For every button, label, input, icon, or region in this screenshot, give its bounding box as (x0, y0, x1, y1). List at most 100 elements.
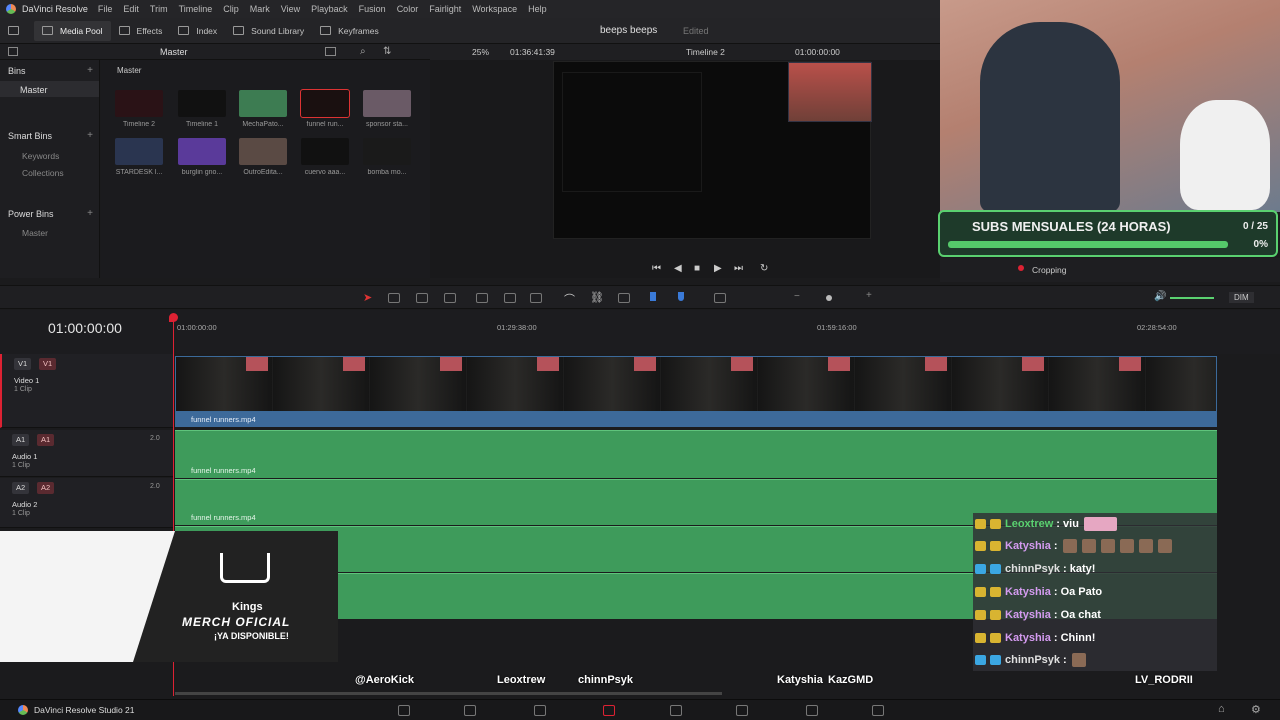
menu-fairlight[interactable]: Fairlight (429, 4, 461, 14)
fairlight-page-icon[interactable] (736, 705, 748, 716)
track-id-a2[interactable]: A2 (12, 482, 30, 494)
menu-file[interactable]: File (98, 4, 113, 14)
panel-toggle-button[interactable] (0, 21, 34, 41)
menu-color[interactable]: Color (397, 4, 419, 14)
smart-bins-heading[interactable]: Smart Bins (8, 131, 52, 141)
stop-icon[interactable]: ■ (694, 263, 700, 274)
smart-bin-keywords[interactable]: Keywords (22, 151, 59, 161)
playhead-handle[interactable] (169, 313, 178, 322)
media-clip[interactable]: burglin gno... (178, 138, 226, 176)
add-power-bin-icon[interactable]: + (87, 208, 93, 219)
home-icon[interactable]: ⌂ (1218, 703, 1225, 715)
track-id-v1[interactable]: V1 (14, 358, 32, 370)
flag-icon[interactable] (650, 292, 656, 301)
zoom-slider-handle[interactable] (826, 295, 832, 301)
track-id-a1[interactable]: A1 (12, 434, 30, 446)
menu-playback[interactable]: Playback (311, 4, 348, 14)
trim-tool-icon[interactable] (388, 293, 400, 303)
play-icon[interactable]: ▶ (714, 263, 722, 274)
menu-fusion[interactable]: Fusion (359, 4, 386, 14)
color-page-icon[interactable] (670, 705, 682, 716)
track-header-a2[interactable]: A2 A2 2.0 Audio 2 1 Clip (0, 478, 173, 528)
media-clip[interactable]: OutroEdita... (239, 138, 287, 176)
media-clip[interactable]: Timeline 2 (115, 90, 163, 128)
media-clip[interactable]: STARDESK l... (115, 138, 163, 176)
cut-page-icon[interactable] (464, 705, 476, 716)
dynamic-trim-icon[interactable] (416, 293, 428, 303)
zoom-full-icon[interactable] (714, 293, 726, 303)
add-bin-icon[interactable]: + (87, 65, 93, 76)
track-dest-v1[interactable]: V1 (39, 358, 57, 370)
marker-icon[interactable] (678, 292, 684, 301)
lock-icon[interactable] (618, 293, 630, 303)
merch-line2: ¡YA DISPONIBLE! (214, 631, 289, 641)
volume-slider[interactable] (1170, 297, 1214, 299)
bin-master-selected[interactable] (0, 81, 99, 97)
media-pool-button[interactable]: Media Pool (34, 20, 111, 41)
media-clip[interactable]: Timeline 1 (178, 90, 226, 128)
effects-button[interactable]: Effects (111, 21, 171, 41)
play-reverse-icon[interactable]: ◀ (674, 263, 682, 274)
timeline-scrollbar[interactable] (175, 692, 722, 695)
dim-button[interactable]: DIM (1229, 292, 1254, 303)
fusion-page-icon[interactable] (603, 705, 615, 716)
keyframes-button[interactable]: Keyframes (312, 21, 387, 41)
menu-help[interactable]: Help (528, 4, 547, 14)
volume-icon[interactable]: 🔊 (1154, 291, 1166, 302)
power-bin-master[interactable]: Master (22, 228, 48, 238)
add-smart-bin-icon[interactable]: + (87, 130, 93, 141)
menu-edit[interactable]: Edit (123, 4, 139, 14)
menu-view[interactable]: View (281, 4, 300, 14)
power-bins-heading[interactable]: Power Bins (8, 209, 54, 219)
timeline-name[interactable]: Timeline 2 (686, 47, 725, 57)
chat-username: Katyshia (1005, 585, 1051, 598)
track-header-v1[interactable]: V1 V1 Video 1 1 Clip (0, 354, 173, 428)
media-clip[interactable]: funnel run... (300, 89, 350, 128)
track-dest-a2[interactable]: A2 (37, 482, 55, 494)
go-to-start-icon[interactable]: ⏮ (652, 263, 661, 274)
zoom-in-icon[interactable]: + (866, 290, 872, 301)
menu-trim[interactable]: Trim (150, 4, 168, 14)
grid-view-icon[interactable] (325, 47, 336, 56)
audio-clip-a1[interactable]: funnel runners.mp4 (175, 430, 1217, 478)
menu-clip[interactable]: Clip (223, 4, 239, 14)
index-button[interactable]: Index (170, 21, 225, 41)
search-icon[interactable]: ⌕ (360, 46, 366, 57)
render-page-icon[interactable] (872, 705, 884, 716)
media-page-icon[interactable] (398, 705, 410, 716)
snapping-icon[interactable]: ⌒ (564, 291, 575, 307)
cropping-label[interactable]: Cropping (1032, 265, 1067, 275)
sound-library-button[interactable]: Sound Library (225, 21, 312, 41)
bins-heading[interactable]: Bins (8, 66, 26, 76)
ruler-label: 02:28:54:00 (1137, 323, 1177, 332)
replace-clip-icon[interactable] (530, 293, 542, 303)
chat-emote-icon (1083, 516, 1117, 531)
selection-tool-icon[interactable]: ➤ (363, 291, 372, 304)
smart-bin-collections[interactable]: Collections (22, 168, 64, 178)
menu-timeline[interactable]: Timeline (179, 4, 213, 14)
chat-username: Katyshia (1005, 540, 1051, 553)
media-clip[interactable]: sponsor sta... (363, 90, 411, 128)
menu-workspace[interactable]: Workspace (472, 4, 517, 14)
video-clip[interactable] (175, 356, 1217, 412)
zoom-level[interactable]: 25% (472, 47, 489, 57)
media-clip[interactable]: MechaPato... (239, 90, 287, 128)
media-clip[interactable]: bomba mo... (363, 138, 411, 176)
link-icon[interactable]: ⛓ (590, 291, 604, 304)
sidebar-toggle-icon[interactable] (8, 47, 18, 56)
settings-gear-icon[interactable]: ⚙ (1251, 703, 1261, 716)
sort-icon[interactable]: ⇅ (383, 46, 391, 57)
media-clip[interactable]: cuervo aaa... (301, 138, 349, 176)
blade-tool-icon[interactable] (444, 293, 456, 303)
go-to-end-icon[interactable]: ⏭ (734, 263, 743, 274)
loop-icon[interactable]: ↻ (760, 263, 768, 274)
video-clip-label[interactable]: funnel runners.mp4 (175, 412, 1217, 427)
deliver-page-icon[interactable] (806, 705, 818, 716)
track-dest-a1[interactable]: A1 (37, 434, 55, 446)
edit-page-icon[interactable] (534, 705, 546, 716)
track-header-a1[interactable]: A1 A1 2.0 Audio 1 1 Clip (0, 430, 173, 477)
zoom-out-icon[interactable]: − (794, 291, 800, 302)
overwrite-clip-icon[interactable] (504, 293, 516, 303)
menu-mark[interactable]: Mark (250, 4, 270, 14)
insert-clip-icon[interactable] (476, 293, 488, 303)
